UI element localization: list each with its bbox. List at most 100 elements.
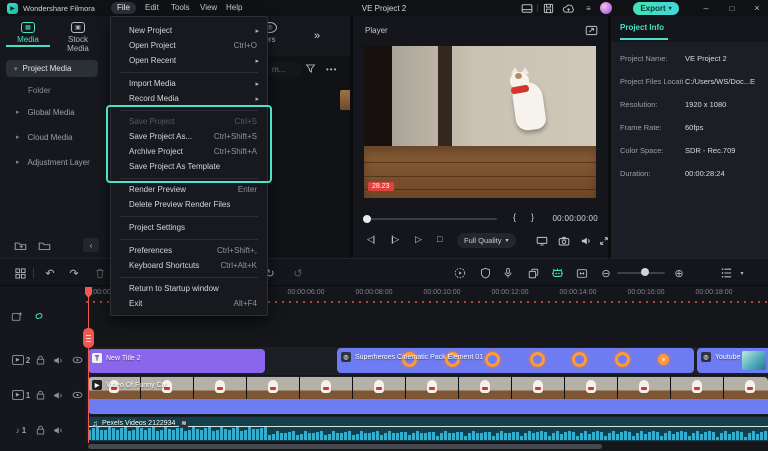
menu-open-recent[interactable]: Open Recent▸: [112, 53, 266, 68]
render-history-icon[interactable]: ↺: [290, 266, 306, 280]
search-input[interactable]: m...: [266, 62, 302, 77]
menubar-view[interactable]: View: [194, 2, 223, 14]
close-button[interactable]: ×: [750, 2, 764, 14]
previous-frame-button[interactable]: ◁|: [367, 234, 374, 245]
tab-stock-media[interactable]: ▣ Stock Media: [56, 20, 100, 53]
fullscreen-icon[interactable]: [597, 235, 611, 247]
volume-envelope-line[interactable]: [88, 426, 768, 427]
mark-in-button[interactable]: {: [513, 212, 516, 222]
menu-delete-preview-render-files[interactable]: Delete Preview Render Files: [112, 197, 266, 212]
layers-icon[interactable]: [525, 266, 541, 280]
seek-handle[interactable]: [363, 215, 371, 223]
media-grid-view-icon[interactable]: [12, 266, 28, 280]
new-folder-icon[interactable]: [12, 238, 28, 252]
snapshot-camera-icon[interactable]: [557, 235, 571, 247]
lock-track-icon[interactable]: [33, 424, 47, 436]
redo-icon[interactable]: ↷: [66, 266, 82, 280]
next-frame-button[interactable]: |▷: [391, 234, 398, 245]
clip-audio[interactable]: ♫Pexels Videos 2122934≋: [88, 417, 768, 441]
menubar-edit[interactable]: Edit: [139, 2, 165, 14]
tab-project-info[interactable]: Project Info: [620, 23, 664, 32]
mute-track-icon[interactable]: [51, 354, 65, 366]
folder-icon[interactable]: [36, 238, 52, 252]
zoom-in-icon[interactable]: ⊕: [671, 266, 687, 280]
clip-title[interactable]: TNew Title 2: [88, 349, 265, 373]
range-marker-icon[interactable]: [574, 266, 590, 280]
add-to-track-icon[interactable]: [10, 310, 24, 322]
playhead-marker-tag[interactable]: [83, 328, 94, 348]
hamburger-menu-icon[interactable]: ≡: [582, 2, 595, 15]
expand-tabs-icon[interactable]: »: [314, 30, 320, 42]
user-avatar[interactable]: [600, 2, 612, 14]
mark-out-button[interactable]: }: [531, 212, 534, 222]
maximize-button[interactable]: □: [725, 2, 739, 14]
quality-dropdown[interactable]: Full Quality▾: [457, 233, 516, 248]
playhead-line[interactable]: [88, 287, 89, 443]
clip-youtube[interactable]: ◎Youtube: [697, 348, 768, 373]
media-thumbnail-partial[interactable]: [340, 90, 350, 110]
menubar-tools[interactable]: Tools: [165, 2, 196, 14]
voiceover-mic-icon[interactable]: [500, 266, 516, 280]
hide-track-icon[interactable]: [70, 389, 84, 401]
sidebar-item-global-media[interactable]: ▸Global Media: [16, 108, 75, 117]
sidebar-item-adjustment-layer[interactable]: ▸Adjustment Layer: [16, 158, 90, 167]
lock-track-icon[interactable]: [33, 389, 47, 401]
undo-icon[interactable]: ↶: [42, 266, 58, 280]
detach-player-icon[interactable]: [585, 25, 598, 36]
video-frame-thumbnail: [353, 377, 405, 399]
menu-archive-project[interactable]: Archive ProjectCtrl+Shift+A: [112, 144, 266, 159]
cloud-upload-icon[interactable]: [562, 2, 575, 15]
minimize-button[interactable]: –: [699, 2, 713, 14]
menu-save-project-as-template[interactable]: Save Project As Template: [112, 159, 266, 174]
track-headers: ▶2 ▶1 ♪1: [0, 286, 86, 451]
menu-keyboard-shortcuts[interactable]: Keyboard ShortcutsCtrl+Alt+K: [112, 258, 266, 273]
project-info-tabbar: Project Info: [611, 16, 768, 42]
menubar-file[interactable]: File: [111, 2, 136, 14]
menu-project-settings[interactable]: Project Settings: [112, 220, 266, 235]
mute-track-icon[interactable]: [51, 424, 65, 436]
layout-icon[interactable]: [520, 2, 533, 15]
lock-track-icon[interactable]: [33, 354, 47, 366]
speaker-icon[interactable]: [579, 235, 593, 247]
menu-exit[interactable]: ExitAlt+F4: [112, 296, 266, 311]
collapse-panel-button[interactable]: ‹: [83, 238, 99, 252]
menu-save-project-as[interactable]: Save Project As...Ctrl+Shift+S: [112, 129, 266, 144]
zoom-out-icon[interactable]: ⊖: [598, 266, 614, 280]
seek-bar[interactable]: [365, 218, 497, 220]
menu-open-project[interactable]: Open ProjectCtrl+O: [112, 38, 266, 53]
hide-track-icon[interactable]: [70, 354, 84, 366]
speed-icon[interactable]: [452, 266, 468, 280]
more-options-button[interactable]: •••: [326, 65, 337, 74]
auto-ripple-link-icon[interactable]: [32, 310, 46, 322]
menu-preferences[interactable]: PreferencesCtrl+Shift+,: [112, 243, 266, 258]
shield-mask-icon[interactable]: [477, 266, 493, 280]
tab-media[interactable]: ▦ Media: [6, 20, 50, 47]
save-icon[interactable]: [542, 2, 555, 15]
ai-assistant-icon[interactable]: [549, 266, 565, 280]
sidebar-item-cloud-media[interactable]: ▸Cloud Media: [16, 133, 72, 142]
filter-icon[interactable]: [305, 63, 316, 74]
project-media-dropdown[interactable]: ▾ Project Media: [6, 60, 98, 77]
timeline-horizontal-scrollbar[interactable]: [88, 444, 602, 449]
menu-render-preview[interactable]: Render PreviewEnter: [112, 182, 266, 197]
play-button[interactable]: ▷: [415, 234, 422, 245]
menu-record-media[interactable]: Record Media▸: [112, 91, 266, 106]
video-frame-thumbnail: [194, 377, 246, 399]
menu-import-media[interactable]: Import Media▸: [112, 76, 266, 91]
video-preview[interactable]: 28.23: [364, 46, 596, 198]
menu-return-to-startup-window[interactable]: Return to Startup window: [112, 281, 266, 296]
display-device-icon[interactable]: [535, 235, 549, 247]
export-button[interactable]: Export▾: [633, 2, 679, 15]
clip-element-superheroes[interactable]: ◎Superheroes Cinematic Pack Element 01: [337, 348, 694, 373]
mute-track-icon[interactable]: [51, 389, 65, 401]
clip-video-thumbnails[interactable]: [88, 377, 768, 399]
clip-video-lower-band[interactable]: [88, 399, 768, 414]
stop-button[interactable]: □: [437, 234, 442, 244]
track-manager-caret-icon[interactable]: ▾: [734, 266, 750, 280]
track-manager-icon[interactable]: [718, 266, 734, 280]
menu-new-project[interactable]: New Project▸: [112, 23, 266, 38]
delete-icon[interactable]: [92, 266, 108, 280]
menu-save-project[interactable]: Save ProjectCtrl+S: [112, 114, 266, 129]
zoom-slider-handle[interactable]: [641, 268, 649, 276]
menubar-help[interactable]: Help: [220, 2, 248, 14]
